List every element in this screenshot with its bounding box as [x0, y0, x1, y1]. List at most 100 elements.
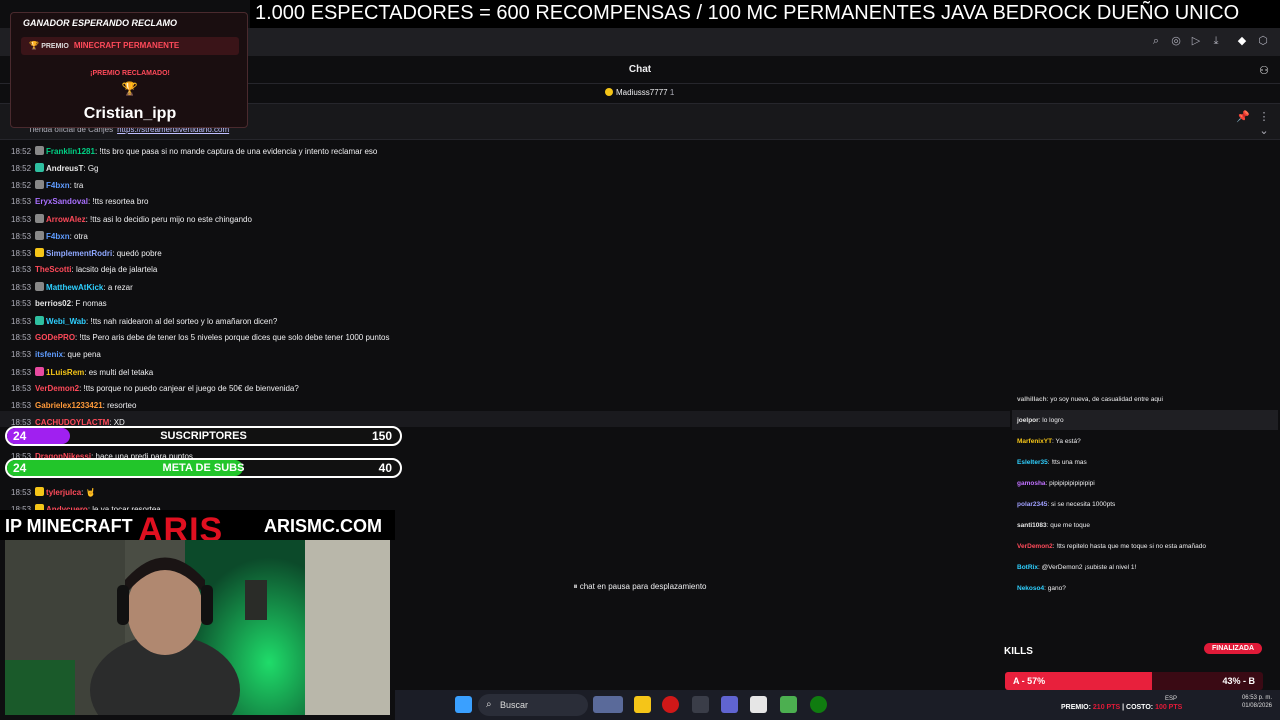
message-time: 18:52: [11, 164, 32, 173]
ip-left: IP MINECRAFT: [5, 516, 133, 536]
message-username[interactable]: F4bxn: [46, 232, 70, 241]
message-username[interactable]: F4bxn: [46, 181, 70, 190]
prize-label: PREMIO: [41, 43, 69, 50]
ip-right: ARISMC.COM: [264, 516, 382, 536]
overlay-text: que me toque: [1050, 522, 1091, 529]
overlay-text: si se necesita 1000pts: [1050, 501, 1116, 508]
badge-icon: [35, 146, 45, 155]
overlay-username[interactable]: polar2345: [1017, 501, 1047, 508]
message-text: tra: [74, 181, 84, 190]
message-username[interactable]: TheScotti: [35, 265, 71, 274]
user-settings-icon[interactable]: ⚇: [1257, 64, 1271, 78]
overlay-username[interactable]: santi1083: [1017, 522, 1047, 529]
message-username[interactable]: Webi_Wab: [46, 317, 86, 326]
chevron-down-icon[interactable]: ⌄: [1257, 124, 1271, 138]
message-text: que pena: [67, 350, 101, 359]
kills-title: KILLS: [1004, 646, 1033, 657]
diamond-icon[interactable]: ◆: [1235, 34, 1249, 48]
message-username[interactable]: ArrowAlez: [46, 215, 86, 224]
message-time: 18:53: [11, 283, 32, 292]
xbox-icon[interactable]: [810, 696, 827, 713]
badge-icon: [35, 282, 45, 291]
pin-icon[interactable]: 📌: [1236, 110, 1250, 124]
overlay-username[interactable]: valhillach: [1017, 396, 1047, 403]
message-username[interactable]: FrankIin1281: [46, 147, 95, 156]
cube-icon[interactable]: ⬡: [1256, 34, 1270, 48]
overlay-text: !tts repitelo hasta que me toque si no e…: [1056, 543, 1207, 550]
message-text: !tts asi lo decidio peru mijo no este ch…: [90, 215, 252, 224]
opera-icon[interactable]: [662, 696, 679, 713]
message-username[interactable]: SimplementRodri: [46, 249, 112, 258]
overlay-text: Ya está?: [1055, 438, 1081, 445]
app-icon[interactable]: [692, 696, 709, 713]
language-indicator[interactable]: ESP: [1165, 695, 1177, 703]
shield-icon[interactable]: ◎: [1169, 34, 1183, 48]
taskbar-search[interactable]: ⌕ Buscar: [478, 694, 588, 716]
download-icon[interactable]: ⤓: [1209, 34, 1223, 48]
cost-footer-value: 100 PTS: [1155, 704, 1183, 711]
webcam-feed: [5, 540, 390, 715]
overlay-username[interactable]: MarfenixYT: [1017, 438, 1052, 445]
overlay-username[interactable]: VerDemon2: [1017, 543, 1053, 550]
overlay-text: gano?: [1047, 585, 1066, 592]
winner-header: GANADOR ESPERANDO RECLAMO: [23, 18, 178, 28]
message-time: 18:53: [11, 333, 32, 342]
message-text: !tts Pero aris debe de tener los 5 nivel…: [79, 333, 390, 342]
winner-panel: GANADOR ESPERANDO RECLAMO 🏆 PREMIO MINECR…: [10, 12, 248, 128]
prize-footer: PREMIO: 210 PTS | COSTO: 100 PTS: [1061, 704, 1182, 711]
chat-message: 18:53 F4bxn: otra: [11, 231, 88, 241]
message-username[interactable]: MatthewAtKick: [46, 283, 103, 292]
cost-footer-label: | COSTO:: [1122, 704, 1154, 711]
badge-icon: [35, 180, 45, 189]
overlay-username[interactable]: BotRix: [1017, 564, 1038, 571]
message-text: !tts resortea bro: [92, 197, 149, 206]
message-time: 18:53: [11, 384, 32, 393]
message-username[interactable]: GODePRO: [35, 333, 75, 342]
overlay-username[interactable]: Nekoso4: [1017, 585, 1044, 592]
widget-icon[interactable]: [593, 696, 623, 713]
windows-start-icon[interactable]: [455, 696, 472, 713]
overlay-chat-message: MarfenixYT: Ya está?: [1017, 438, 1081, 445]
overlay-username[interactable]: Eslelter35: [1017, 459, 1048, 466]
more-icon[interactable]: ⋮: [1257, 110, 1271, 124]
trophy-icon: 🏆: [121, 81, 139, 96]
subs-label: SUSCRIPTORES: [160, 430, 247, 442]
message-text: quedó pobre: [116, 249, 162, 258]
minecraft-icon[interactable]: [780, 696, 797, 713]
message-text: es multi del tetaka: [88, 368, 154, 377]
kills-bar: A - 57% 43% - B: [1005, 672, 1263, 690]
message-time: 18:53: [11, 249, 32, 258]
prize-footer-value: 210 PTS: [1092, 704, 1121, 711]
message-username[interactable]: 1LuisRem: [46, 368, 84, 377]
prize-footer-label: PREMIO:: [1061, 704, 1091, 711]
play-icon[interactable]: ▷: [1189, 34, 1203, 48]
clock-date: 01/08/2026: [1241, 703, 1272, 709]
search-placeholder: Buscar: [500, 700, 529, 710]
message-username[interactable]: itsfenix: [35, 350, 63, 359]
overlay-chat-message: joelpor: lo logro: [1017, 417, 1064, 424]
top-gifter-count: 1: [669, 88, 675, 97]
calculator-icon[interactable]: [750, 696, 767, 713]
goal-right: 40: [378, 461, 392, 475]
folder-icon[interactable]: [634, 696, 651, 713]
overlay-chat-message: VerDemon2: !tts repitelo hasta que me to…: [1017, 543, 1206, 550]
message-username[interactable]: Gabrielex1233421: [35, 401, 103, 410]
message-text: resorteo: [107, 401, 137, 410]
overlay-username[interactable]: gamosha: [1017, 480, 1046, 487]
message-username[interactable]: tylerjulca: [46, 488, 81, 497]
message-username[interactable]: VerDemon2: [35, 384, 79, 393]
chat-message: 18:53 ArrowAlez: !tts asi lo decidio peru…: [11, 214, 252, 224]
overlay-username[interactable]: joelpor: [1017, 417, 1039, 424]
message-username[interactable]: berrios02: [35, 299, 71, 308]
message-username[interactable]: EryxSandoval: [35, 197, 88, 206]
message-username[interactable]: AndreusT: [46, 164, 83, 173]
top-gifter[interactable]: Madiusss7777 1: [605, 88, 674, 97]
overlay-chat-message: valhillach: yo soy nueva, de casualidad …: [1017, 396, 1163, 403]
message-text: F nomas: [75, 299, 107, 308]
clock[interactable]: 06:53 p. m. 01/08/2026: [1227, 694, 1272, 710]
kills-poll: KILLS FINALIZADA A - 57% 43% - B: [997, 635, 1272, 695]
search-icon[interactable]: ⌕: [1149, 34, 1163, 48]
chat-paused-indicator[interactable]: ⏸ chat en pausa para desplazamiento: [565, 580, 715, 594]
teams-icon[interactable]: [721, 696, 738, 713]
message-time: 18:53: [11, 232, 32, 241]
